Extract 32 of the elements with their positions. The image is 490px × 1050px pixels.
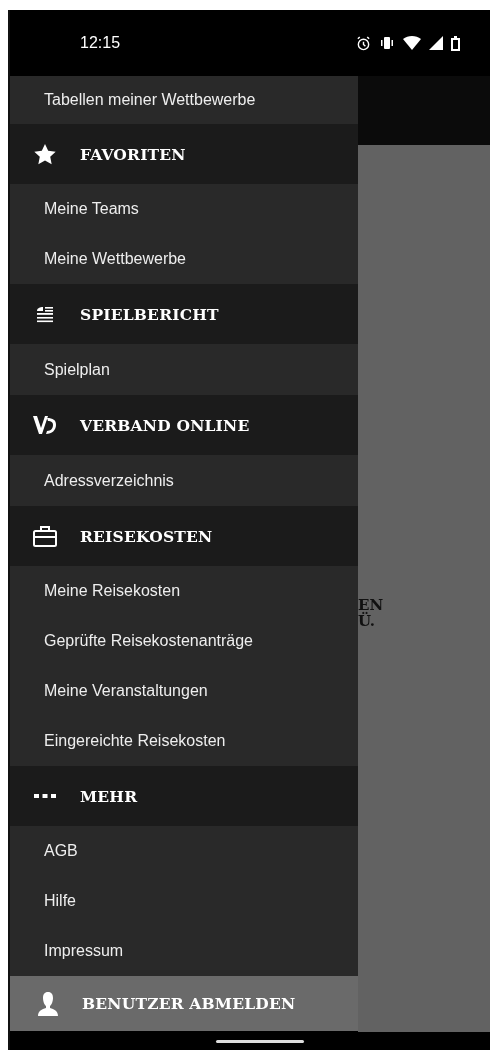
- menu-item[interactable]: Eingereichte Reisekosten: [10, 716, 358, 766]
- menu-item[interactable]: Impressum: [10, 926, 358, 976]
- lines-icon: [35, 304, 55, 324]
- wifi-icon: [403, 36, 421, 50]
- menu-item[interactable]: Meine Reisekosten: [10, 566, 358, 616]
- menu-item[interactable]: Meine Wettbewerbe: [10, 234, 358, 284]
- logout-button[interactable]: BENUTZER ABMELDEN: [10, 976, 358, 1031]
- logo-icon: [33, 416, 57, 434]
- background-text: EN: [358, 597, 385, 613]
- section-title: SPIELBERICHT: [80, 304, 219, 324]
- menu-item[interactable]: Meine Veranstaltungen: [10, 666, 358, 716]
- signal-icon: [429, 36, 443, 50]
- menu-item[interactable]: Spielplan: [10, 344, 358, 395]
- menu-item[interactable]: Hilfe: [10, 876, 358, 926]
- section-title: MEHR: [80, 786, 138, 806]
- section-title: REISEKOSTEN: [80, 526, 213, 546]
- menu-item[interactable]: Geprüfte Reisekostenanträge: [10, 616, 358, 666]
- battery-icon: [451, 35, 460, 51]
- star-icon: [34, 143, 56, 165]
- menu-item[interactable]: Meine Teams: [10, 184, 358, 234]
- clock-time: 12:15: [80, 34, 121, 52]
- section-title: VERBAND ONLINE: [80, 415, 250, 435]
- dots-icon: [34, 793, 56, 799]
- section-title: FAVORITEN: [80, 144, 186, 164]
- alarm-icon: [356, 35, 371, 51]
- background-text: Ü.: [358, 613, 376, 629]
- briefcase-icon: [33, 525, 57, 547]
- menu-item[interactable]: Adressverzeichnis: [10, 455, 358, 506]
- user-icon: [38, 991, 58, 1016]
- vibrate-icon: [379, 36, 395, 50]
- menu-item[interactable]: Tabellen meiner Wettbewerbe: [10, 76, 358, 124]
- menu-item[interactable]: AGB: [10, 826, 358, 876]
